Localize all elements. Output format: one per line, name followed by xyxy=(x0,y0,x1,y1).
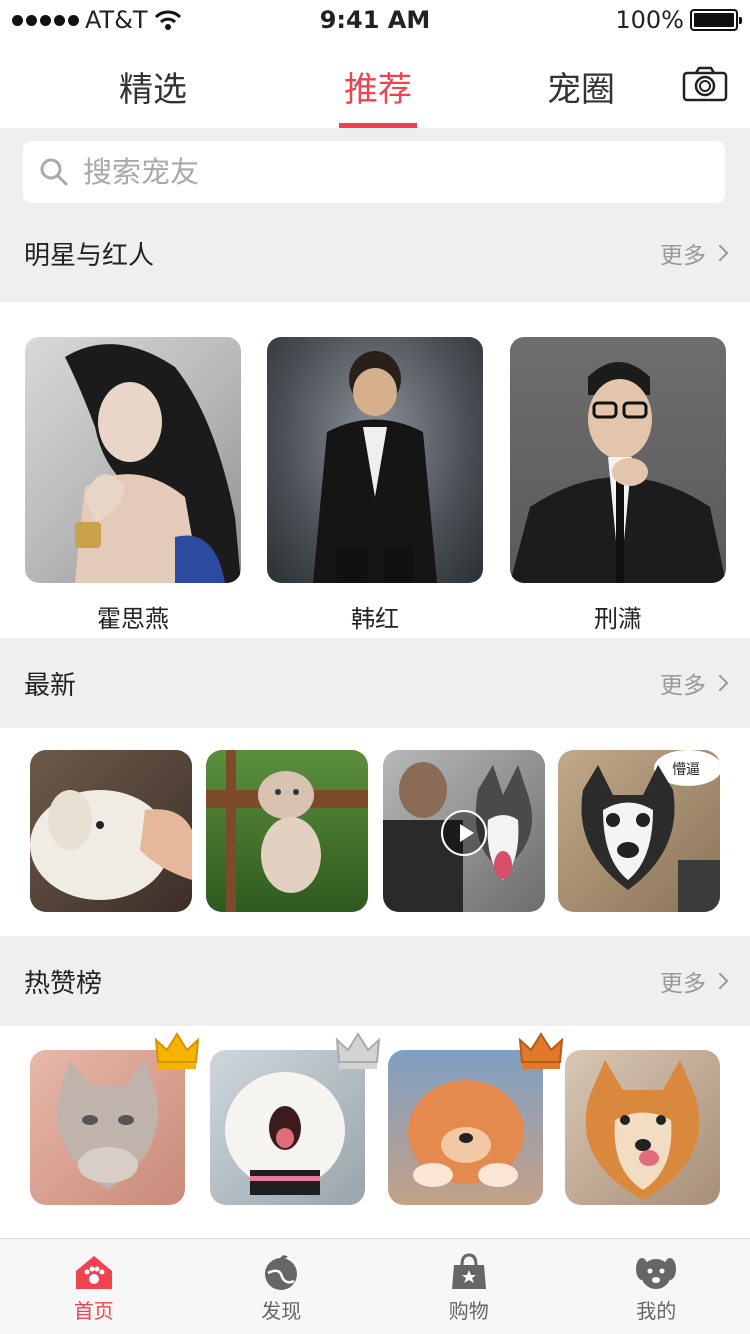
tab-featured[interactable]: 精选 xyxy=(117,62,189,128)
status-left: AT&T xyxy=(12,6,182,34)
celebrity-name[interactable]: 霍思燕 xyxy=(25,599,241,634)
white-pomeranian-image xyxy=(225,1072,345,1195)
hot-ranking-more-link[interactable]: 更多 xyxy=(660,964,729,998)
tab-pet-circle[interactable]: 宠圈 xyxy=(545,62,617,128)
kitten-image xyxy=(206,750,368,912)
nav-label: 首页 xyxy=(73,1299,114,1323)
celebrities-section-header: 明星与红人 更多 xyxy=(0,208,750,298)
celebrity-photo[interactable] xyxy=(25,337,241,583)
hot-photo-white-pomeranian[interactable] xyxy=(210,1050,365,1205)
latest-more-link[interactable]: 更多 xyxy=(660,666,729,700)
puppy-image xyxy=(30,790,192,900)
latest-photo-kitten[interactable] xyxy=(206,750,368,912)
camera-icon[interactable] xyxy=(682,66,728,102)
celebrity-portrait-image xyxy=(65,344,241,583)
nav-discover[interactable]: 发现 xyxy=(188,1239,376,1334)
discover-icon xyxy=(265,1255,298,1290)
nav-home[interactable]: 首页 xyxy=(0,1239,188,1334)
svg-text:懵逼: 懵逼 xyxy=(672,762,700,778)
nav-label: 我的 xyxy=(636,1299,677,1323)
nav-label: 购物 xyxy=(448,1299,489,1323)
home-icon xyxy=(75,1256,112,1289)
section-title-hot-ranking: 热赞榜 xyxy=(24,968,103,999)
silver-crown-icon xyxy=(335,1032,381,1069)
battery-percent: 100% xyxy=(615,6,684,34)
signal-icon xyxy=(12,14,79,26)
latest-photo-puppy[interactable] xyxy=(30,750,192,912)
hot-photo-orange-pomeranian[interactable] xyxy=(388,1050,543,1205)
shopping-bag-icon xyxy=(451,1253,486,1289)
section-title-latest: 最新 xyxy=(24,670,77,701)
more-label: 更多 xyxy=(660,673,706,699)
carrier: AT&T xyxy=(85,6,148,34)
nav-profile[interactable]: 我的 xyxy=(563,1239,750,1334)
hot-photo-kitten[interactable] xyxy=(30,1050,185,1205)
latest-video-husky[interactable] xyxy=(383,750,545,912)
battery-icon xyxy=(690,9,742,31)
wifi-icon xyxy=(154,10,181,30)
celebrity-portrait-image xyxy=(510,362,726,583)
bronze-crown-icon xyxy=(518,1032,564,1069)
top-tab-bar: 精选 推荐 宠圈 xyxy=(0,40,750,128)
hot-ranking-section-header: 热赞榜 更多 xyxy=(0,936,750,1026)
celebrity-portrait-image xyxy=(313,351,437,583)
more-label: 更多 xyxy=(660,971,706,997)
celebrities-more-link[interactable]: 更多 xyxy=(660,236,729,270)
chevron-right-icon xyxy=(711,972,729,990)
celebrity-name[interactable]: 刑潇 xyxy=(510,599,726,634)
tab-recommend[interactable]: 推荐 xyxy=(339,62,417,128)
search-bar[interactable] xyxy=(23,141,725,203)
battery-fill xyxy=(694,13,734,27)
celebrities-panel: 霍思燕 韩红 刑潇 xyxy=(0,302,750,638)
celebrity-name[interactable]: 韩红 xyxy=(267,599,483,634)
status-right: 100% xyxy=(615,6,742,34)
pomeranian-image xyxy=(585,1060,700,1200)
search-icon xyxy=(40,158,68,186)
status-bar: AT&T 9:41 AM 100% xyxy=(0,0,750,40)
gold-crown-icon xyxy=(154,1032,200,1069)
orange-pomeranian-image xyxy=(408,1080,524,1187)
more-label: 更多 xyxy=(660,243,706,269)
bottom-tab-bar: 首页 发现 购物 我的 xyxy=(0,1238,750,1334)
latest-panel: 懵逼 xyxy=(0,728,750,936)
celebrity-photo[interactable] xyxy=(267,337,483,583)
latest-photo-husky[interactable]: 懵逼 xyxy=(558,750,720,912)
hot-photo-pomeranian[interactable] xyxy=(565,1050,720,1205)
play-icon[interactable] xyxy=(441,810,487,856)
kitten-image xyxy=(57,1060,158,1190)
chevron-right-icon xyxy=(711,244,729,262)
dog-face-icon xyxy=(636,1258,677,1289)
chevron-right-icon xyxy=(711,674,729,692)
latest-section-header: 最新 更多 xyxy=(0,638,750,728)
celebrity-photo[interactable] xyxy=(510,337,726,583)
nav-label: 发现 xyxy=(261,1299,302,1323)
section-title-celebrities: 明星与红人 xyxy=(24,240,155,271)
nav-shopping[interactable]: 购物 xyxy=(375,1239,563,1334)
search-input[interactable] xyxy=(83,155,683,189)
hot-ranking-panel xyxy=(0,1026,750,1238)
husky-image: 懵逼 xyxy=(581,750,720,912)
